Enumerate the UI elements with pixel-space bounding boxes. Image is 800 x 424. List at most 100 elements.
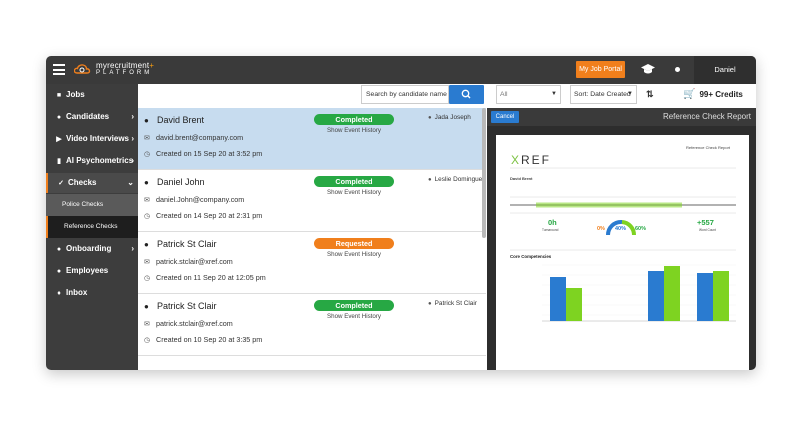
search-input[interactable]: Search by candidate name (361, 85, 449, 104)
sidebar-item-employees[interactable]: ● Employees (46, 261, 138, 281)
created-date: Created on 10 Sep 20 at 3:35 pm (156, 335, 263, 344)
candidate-name: David Brent (157, 115, 205, 125)
briefcase-icon: ■ (56, 92, 62, 99)
users-icon: ● (56, 268, 62, 275)
candidate-email: patrick.stclair@xref.com (156, 257, 233, 266)
logo-text: myrecruitment+ (96, 61, 155, 70)
status-badge: Completed (314, 300, 394, 311)
recruiter-name: Patrick St Clair (434, 300, 477, 307)
user-icon: ● (144, 240, 149, 249)
envelope-icon: ✉ (144, 197, 150, 204)
candidate-card[interactable]: ● Daniel John ✉ daniel.John@company.com ◷ C… (138, 170, 486, 232)
cart-icon: 🛒 (683, 89, 696, 100)
check-icon: ✓ (58, 180, 64, 187)
video-icon: ▶ (56, 136, 62, 143)
clock-icon: ◷ (144, 337, 151, 344)
bar-1-green (566, 288, 582, 321)
user-icon: ● (144, 178, 149, 187)
negative-percent: 0% (597, 226, 605, 232)
bar-5-green (713, 271, 729, 321)
report-panel: Cancel Reference Check Report XREF Refer… (487, 108, 756, 370)
user-icon: ● (428, 301, 432, 307)
neutral-percent: 40% (615, 226, 627, 232)
bar-4-green (664, 266, 680, 321)
chevron-right-icon: › (131, 244, 134, 253)
users-icon: ● (56, 114, 62, 121)
document-graphics (510, 167, 736, 322)
sidebar-item-police-checks[interactable]: Police Checks (46, 194, 138, 216)
candidate-card[interactable]: ● David Brent ✉ david.brent@company.com ◷ C… (138, 108, 486, 170)
logo-subtext: PLATFORM (96, 70, 153, 76)
top-bar: myrecruitment+ PLATFORM My Job Portal Da… (46, 56, 756, 84)
sort-select[interactable]: Sort: Date Created ▼ (570, 85, 637, 104)
user-icon: ● (144, 116, 149, 125)
bell-icon: ♦ (57, 290, 61, 297)
user-icon: ● (144, 302, 149, 311)
candidate-name: Daniel John (157, 177, 205, 187)
positive-percent: 60% (635, 226, 647, 232)
sidebar-item-ai-psychometrics[interactable]: ▮ AI Psychometrics › (46, 151, 138, 171)
cancel-button[interactable]: Cancel (491, 111, 519, 123)
status-badge: Requested (314, 238, 394, 249)
bar-4-blue (648, 271, 664, 321)
created-date: Created on 11 Sep 20 at 12:05 pm (156, 273, 266, 282)
envelope-icon: ✉ (144, 321, 150, 328)
bar-5-blue (697, 273, 713, 321)
search-button[interactable] (449, 85, 484, 104)
users-icon: ● (56, 246, 62, 253)
sidebar-item-reference-checks[interactable]: Reference Checks (46, 216, 138, 238)
turnaround-value: 0h (548, 218, 557, 227)
chevron-right-icon: › (131, 112, 134, 121)
report-title: Reference Check Report (662, 112, 751, 121)
envelope-icon: ✉ (144, 259, 150, 266)
show-event-history-link[interactable]: Show Event History (314, 127, 394, 134)
recruiter-name: Leslie Domingue (434, 176, 483, 183)
report-document[interactable]: XREF Reference Check Report David Brent … (496, 135, 749, 370)
candidate-name: Patrick St Clair (157, 239, 217, 249)
word-count-label: Word Count (699, 228, 716, 232)
clock-icon: ◷ (144, 213, 151, 220)
core-competencies-chart (542, 264, 736, 322)
sidebar-item-inbox[interactable]: ♦ Inbox (46, 283, 138, 303)
candidate-card[interactable]: ● Patrick St Clair ✉ patrick.stclair@xref.… (138, 294, 486, 356)
sidebar-item-video-interviews[interactable]: ▶ Video Interviews › (46, 129, 138, 149)
credits-display[interactable]: 🛒 99+ Credits (683, 84, 743, 106)
clock-icon: ◷ (144, 275, 151, 282)
sidebar-item-jobs[interactable]: ■ Jobs (46, 85, 138, 105)
graduation-cap-icon[interactable] (641, 64, 655, 75)
menu-icon[interactable] (53, 64, 65, 75)
search-icon (461, 89, 471, 99)
candidate-email: daniel.John@company.com (156, 195, 245, 204)
candidate-name-doc: David Brent (510, 176, 533, 181)
sidebar-item-checks[interactable]: ✓ Checks ⌄ (46, 173, 138, 193)
show-event-history-link[interactable]: Show Event History (314, 251, 394, 258)
sort-order-icon[interactable]: ⇅ (646, 89, 654, 100)
bar-1-blue (550, 277, 566, 321)
report-header: Cancel Reference Check Report (487, 108, 756, 126)
candidate-email: patrick.stclair@xref.com (156, 319, 233, 328)
user-icon: ● (428, 177, 432, 183)
toolbar: Search by candidate name All ▼ Sort: Date… (138, 84, 756, 108)
user-menu[interactable]: Daniel (694, 56, 756, 84)
status-dot-icon[interactable] (675, 67, 680, 72)
candidate-list: ● David Brent ✉ david.brent@company.com ◷ C… (138, 108, 486, 370)
turnaround-label: Turnaround (542, 228, 559, 232)
chevron-down-icon: ▼ (627, 91, 633, 97)
recruiter-name: Jada Joseph (434, 114, 471, 121)
envelope-icon: ✉ (144, 135, 150, 142)
sidebar-item-candidates[interactable]: ● Candidates › (46, 107, 138, 127)
candidate-email: david.brent@company.com (156, 133, 244, 142)
chevron-right-icon: › (131, 134, 134, 143)
show-event-history-link[interactable]: Show Event History (314, 313, 394, 320)
list-scrollbar[interactable] (482, 108, 486, 238)
show-event-history-link[interactable]: Show Event History (314, 189, 394, 196)
candidate-card[interactable]: ● Patrick St Clair ✉ patrick.stclair@xref.… (138, 232, 486, 294)
chevron-down-icon: ⌄ (127, 178, 134, 187)
chart-icon: ▮ (57, 158, 61, 165)
filter-select[interactable]: All ▼ (496, 85, 561, 104)
sidebar-item-onboarding[interactable]: ● Onboarding › (46, 239, 138, 259)
candidate-name: Patrick St Clair (157, 301, 217, 311)
my-job-portal-button[interactable]: My Job Portal (576, 61, 625, 78)
word-count-value: +557 (697, 218, 714, 227)
clock-icon: ◷ (144, 151, 151, 158)
